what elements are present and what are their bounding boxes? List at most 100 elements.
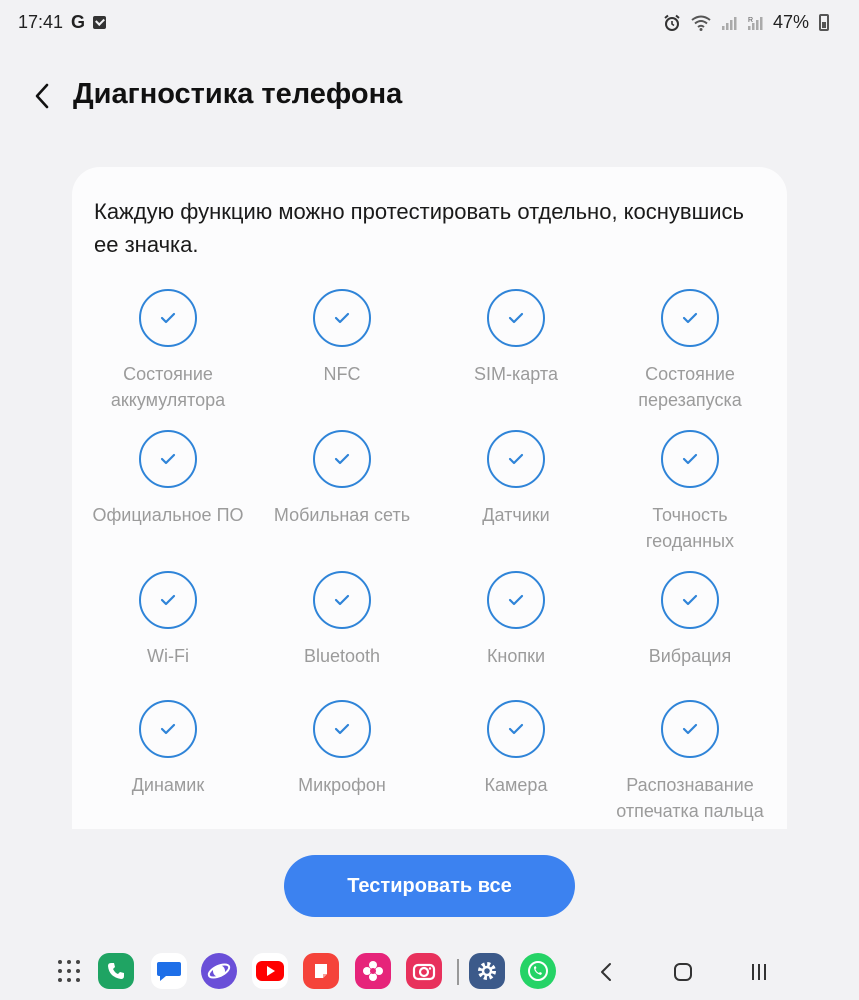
diagnostic-item-label: Официальное ПО <box>92 505 244 525</box>
camera-app-icon[interactable] <box>406 953 442 989</box>
battery-percentage: 47% <box>772 12 809 32</box>
check-circle-icon <box>139 571 197 629</box>
diagnostic-item-label: Микрофон <box>298 775 386 795</box>
status-right: R 47% <box>663 12 829 33</box>
svg-text:R: R <box>748 17 753 24</box>
check-circle-icon <box>139 700 197 758</box>
diagnostic-item-label: SIM-карта <box>474 364 558 384</box>
checkmark-icon <box>160 594 176 606</box>
check-circle-icon <box>661 700 719 758</box>
status-left: 17:41 G <box>18 12 107 33</box>
check-circle-icon <box>139 289 197 347</box>
checkbox-notification-icon <box>93 16 107 29</box>
diagnostic-item[interactable]: Динамик <box>81 700 255 829</box>
whatsapp-app-icon[interactable] <box>520 953 556 989</box>
notes-app-icon[interactable] <box>303 953 339 989</box>
check-circle-icon <box>487 700 545 758</box>
diagnostics-card: Каждую функцию можно протестировать отде… <box>72 167 787 829</box>
check-circle-icon <box>313 700 371 758</box>
diagnostic-item-label: Кнопки <box>486 646 546 666</box>
diagnostic-item-label: Динамик <box>131 775 205 795</box>
checkmark-icon <box>682 723 698 735</box>
checkmark-icon <box>160 312 176 324</box>
wifi-icon <box>691 15 711 31</box>
check-circle-icon <box>661 289 719 347</box>
diagnostic-item-label: Мобильная сеть <box>273 505 411 525</box>
checkmark-icon <box>334 312 350 324</box>
check-circle-icon <box>313 571 371 629</box>
diagnostic-item[interactable]: Датчики <box>429 430 603 571</box>
status-time: 17:41 <box>18 12 64 32</box>
diagnostic-item[interactable]: Мобильная сеть <box>255 430 429 571</box>
apps-grid-icon[interactable] <box>58 960 80 982</box>
diagnostic-item-label: Точность геоданных <box>645 505 735 551</box>
diagnostic-item[interactable]: Состояние перезапуска <box>603 289 777 430</box>
checkmark-icon <box>160 453 176 465</box>
diagnostic-item[interactable]: Вибрация <box>603 571 777 700</box>
diagnostic-item[interactable]: Распознавание отпечатка пальца <box>603 700 777 829</box>
roaming-signal-icon: R <box>747 16 763 30</box>
chevron-left-icon <box>35 83 49 109</box>
diagnostic-item-label: Камера <box>484 775 548 795</box>
google-icon: G <box>71 12 86 32</box>
internet-app-icon[interactable] <box>201 953 237 989</box>
diagnostic-item[interactable]: Микрофон <box>255 700 429 829</box>
checkmark-icon <box>682 312 698 324</box>
checkmark-icon <box>508 723 524 735</box>
diagnostics-grid: Состояние аккумулятора NFC SIM-карта Состоя… <box>81 289 778 829</box>
phone-app-icon[interactable] <box>98 953 134 989</box>
checkmark-icon <box>508 594 524 606</box>
page-title: Диагностика телефона <box>73 78 403 110</box>
checkmark-icon <box>508 453 524 465</box>
diagnostic-item-label: Датчики <box>482 505 550 525</box>
home-nav-icon[interactable] <box>668 957 698 987</box>
diagnostic-item[interactable]: Состояние аккумулятора <box>81 289 255 430</box>
back-button[interactable] <box>28 80 60 112</box>
diagnostic-item[interactable]: Wi-Fi <box>81 571 255 700</box>
check-circle-icon <box>661 430 719 488</box>
check-circle-icon <box>487 289 545 347</box>
diagnostic-item[interactable]: Камера <box>429 700 603 829</box>
alarm-icon <box>664 14 680 31</box>
taskbar <box>0 945 859 1000</box>
recents-nav-icon[interactable] <box>744 957 774 987</box>
diagnostic-item-label: Состояние перезапуска <box>638 364 742 410</box>
checkmark-icon <box>682 594 698 606</box>
header: Диагностика телефона <box>0 70 859 126</box>
checkmark-icon <box>160 723 176 735</box>
diagnostic-item-label: NFC <box>323 364 361 384</box>
diagnostic-item[interactable]: SIM-карта <box>429 289 603 430</box>
check-circle-icon <box>313 289 371 347</box>
check-circle-icon <box>313 430 371 488</box>
diagnostic-item-label: Распознавание отпечатка пальца <box>616 775 764 821</box>
status-bar: 17:41 G R 47% <box>0 0 859 48</box>
settings-app-icon[interactable] <box>469 953 505 989</box>
gallery-app-icon[interactable] <box>355 953 391 989</box>
diagnostic-item-label: Bluetooth <box>303 646 381 666</box>
taskbar-divider <box>457 959 459 985</box>
battery-icon <box>819 14 829 31</box>
diagnostic-item[interactable]: Кнопки <box>429 571 603 700</box>
card-description: Каждую функцию можно протестировать отде… <box>94 199 745 257</box>
diagnostic-item[interactable]: Официальное ПО <box>81 430 255 571</box>
diagnostic-item[interactable]: Bluetooth <box>255 571 429 700</box>
check-circle-icon <box>139 430 197 488</box>
diagnostic-item[interactable]: Точность геоданных <box>603 430 777 571</box>
checkmark-icon <box>334 723 350 735</box>
messages-app-icon[interactable] <box>151 953 187 989</box>
check-circle-icon <box>487 571 545 629</box>
diagnostic-item-label: Состояние аккумулятора <box>110 364 226 410</box>
checkmark-icon <box>334 594 350 606</box>
check-circle-icon <box>487 430 545 488</box>
checkmark-icon <box>682 453 698 465</box>
back-nav-icon[interactable] <box>592 957 622 987</box>
test-all-button[interactable]: Тестировать все <box>284 855 575 917</box>
checkmark-icon <box>508 312 524 324</box>
youtube-app-icon[interactable] <box>252 953 288 989</box>
diagnostic-item-label: Вибрация <box>648 646 732 666</box>
checkmark-icon <box>334 453 350 465</box>
diagnostic-item-label: Wi-Fi <box>147 646 189 666</box>
check-circle-icon <box>661 571 719 629</box>
diagnostic-item[interactable]: NFC <box>255 289 429 430</box>
signal-icon <box>721 16 737 30</box>
